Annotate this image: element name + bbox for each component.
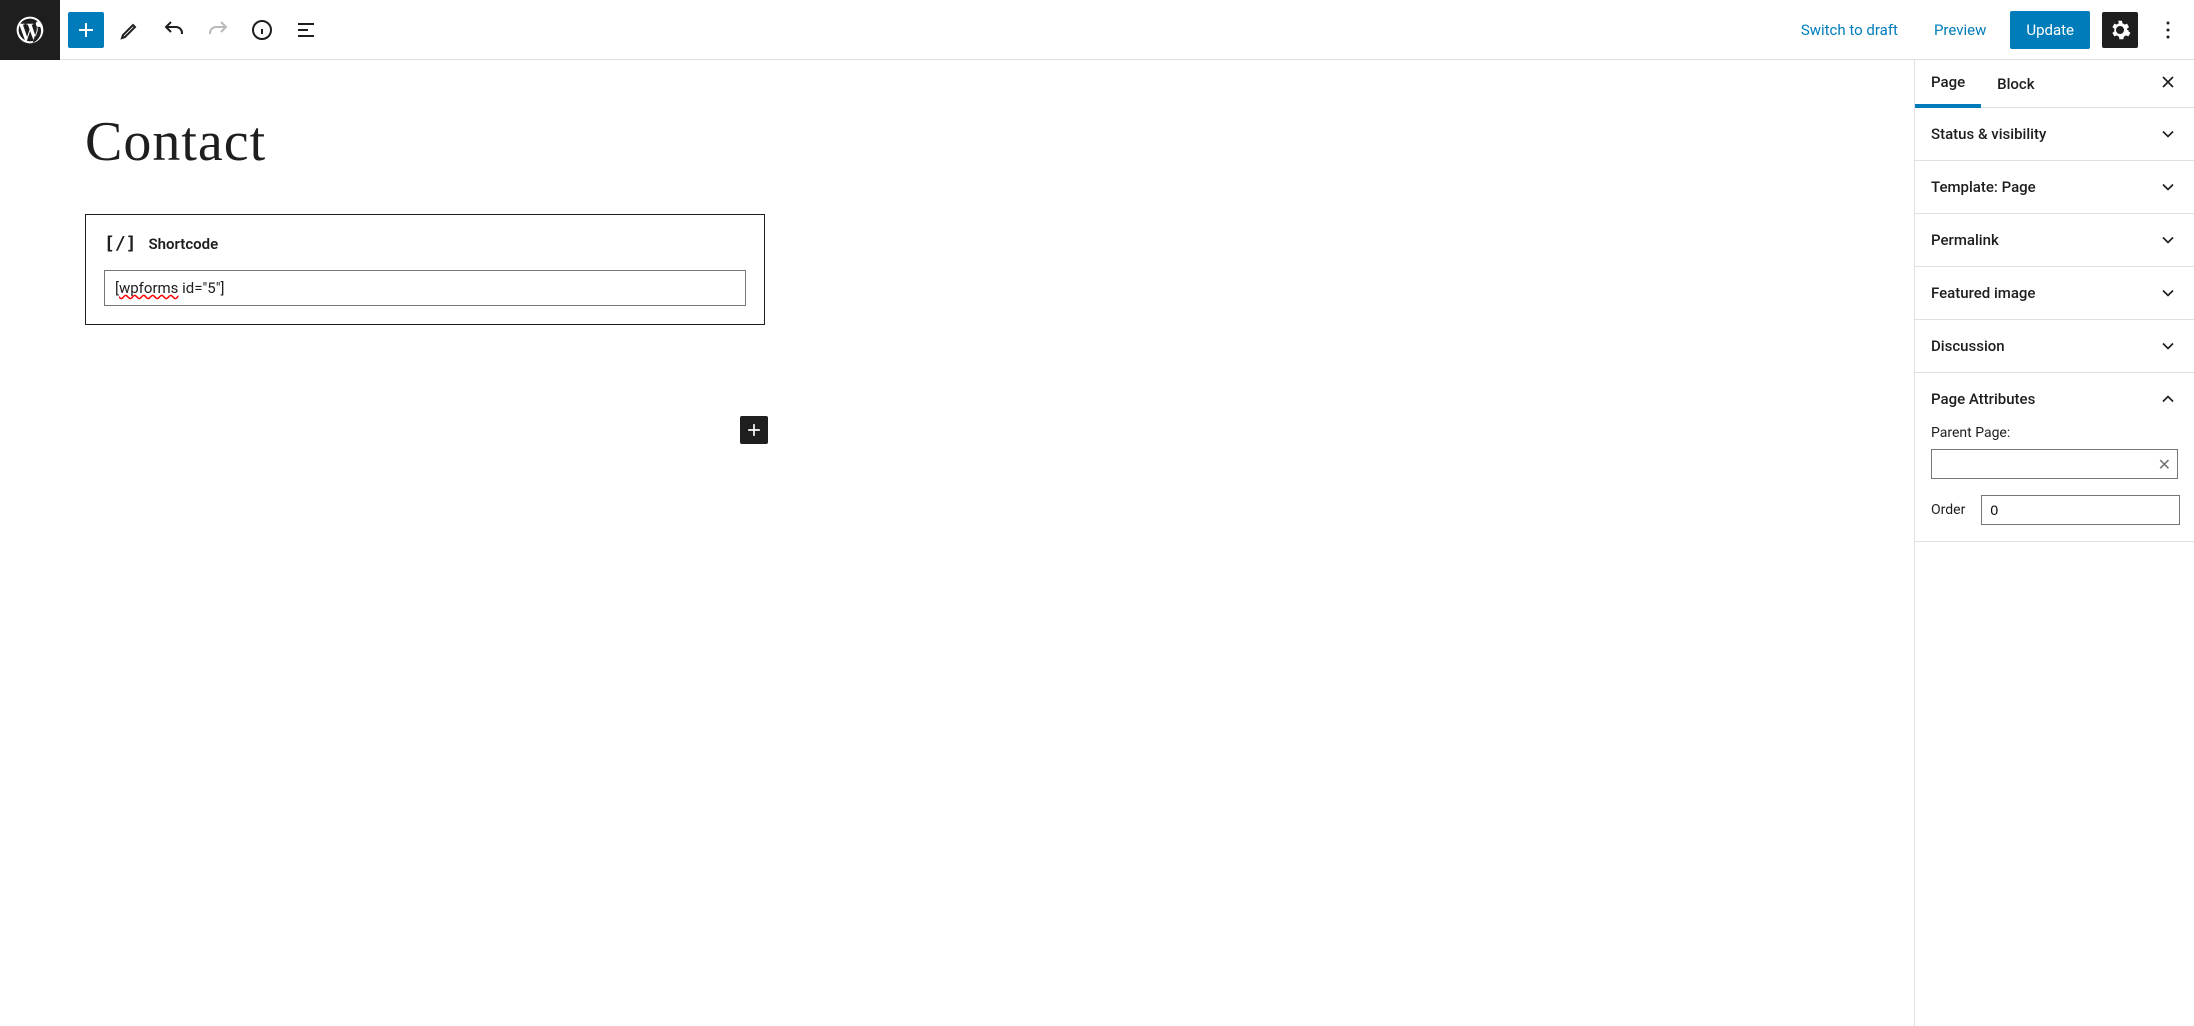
panel-featured-image-label: Featured image <box>1931 284 2035 302</box>
panel-page-attributes: Page Attributes Parent Page: ✕ Order <box>1915 373 2194 542</box>
chevron-down-icon <box>2158 230 2178 250</box>
parent-page-select[interactable]: ✕ <box>1931 449 2178 479</box>
settings-sidebar: Page Block Status & visibility Template:… <box>1914 60 2194 1026</box>
panel-template: Template: Page <box>1915 161 2194 214</box>
order-label: Order <box>1931 502 1965 518</box>
order-row: Order <box>1931 495 2178 525</box>
chevron-down-icon <box>2158 177 2178 197</box>
chevron-up-icon <box>2158 389 2178 409</box>
top-toolbar: Switch to draft Preview Update <box>0 0 2194 60</box>
panel-discussion-label: Discussion <box>1931 337 2005 355</box>
shortcode-block-label: Shortcode <box>149 235 219 253</box>
wordpress-logo[interactable] <box>0 0 60 60</box>
add-block-button[interactable] <box>68 12 104 48</box>
sidebar-tabs: Page Block <box>1915 60 2194 108</box>
panel-discussion-toggle[interactable]: Discussion <box>1915 320 2194 372</box>
more-options-button[interactable] <box>2150 6 2186 54</box>
panel-template-label: Template: Page <box>1931 178 2036 196</box>
main-area: Contact [/] Shortcode [wpforms id="5"] P… <box>0 60 2194 1026</box>
insert-block-button[interactable] <box>740 416 768 444</box>
undo-button[interactable] <box>156 12 192 48</box>
panel-status-visibility: Status & visibility <box>1915 108 2194 161</box>
chevron-down-icon <box>2158 283 2178 303</box>
parent-page-label: Parent Page: <box>1931 425 2178 441</box>
edit-icon[interactable] <box>112 12 148 48</box>
toolbar-left-group <box>60 12 324 48</box>
tab-page[interactable]: Page <box>1915 60 1981 108</box>
panel-featured-image-toggle[interactable]: Featured image <box>1915 267 2194 319</box>
shortcode-block-header: [/] Shortcode <box>104 233 746 254</box>
outline-button[interactable] <box>288 12 324 48</box>
panel-featured-image: Featured image <box>1915 267 2194 320</box>
shortcode-icon: [/] <box>104 233 137 254</box>
order-input[interactable] <box>1981 495 2180 525</box>
panel-status-visibility-toggle[interactable]: Status & visibility <box>1915 108 2194 160</box>
panel-discussion: Discussion <box>1915 320 2194 373</box>
close-sidebar-button[interactable] <box>2142 72 2194 96</box>
toolbar-right-group: Switch to draft Preview Update <box>1789 6 2194 54</box>
panel-permalink: Permalink <box>1915 214 2194 267</box>
redo-button[interactable] <box>200 12 236 48</box>
chevron-down-icon <box>2158 336 2178 356</box>
update-button[interactable]: Update <box>2010 11 2090 49</box>
page-title[interactable]: Contact <box>85 110 765 174</box>
tab-block[interactable]: Block <box>1981 60 2050 108</box>
editor-canvas[interactable]: Contact [/] Shortcode [wpforms id="5"] <box>0 60 1914 1026</box>
panel-status-visibility-label: Status & visibility <box>1931 125 2046 143</box>
panel-permalink-label: Permalink <box>1931 231 1999 249</box>
clear-parent-icon[interactable]: ✕ <box>2158 455 2171 474</box>
shortcode-input[interactable]: [wpforms id="5"] <box>104 270 746 306</box>
panel-page-attributes-label: Page Attributes <box>1931 390 2035 408</box>
panel-permalink-toggle[interactable]: Permalink <box>1915 214 2194 266</box>
chevron-down-icon <box>2158 124 2178 144</box>
switch-to-draft-link[interactable]: Switch to draft <box>1789 13 1910 47</box>
panel-page-attributes-body: Parent Page: ✕ Order <box>1915 425 2194 541</box>
panel-page-attributes-toggle[interactable]: Page Attributes <box>1915 373 2194 425</box>
preview-link[interactable]: Preview <box>1922 13 1998 47</box>
info-button[interactable] <box>244 12 280 48</box>
shortcode-block[interactable]: [/] Shortcode [wpforms id="5"] <box>85 214 765 325</box>
panel-template-toggle[interactable]: Template: Page <box>1915 161 2194 213</box>
settings-button[interactable] <box>2102 12 2138 48</box>
